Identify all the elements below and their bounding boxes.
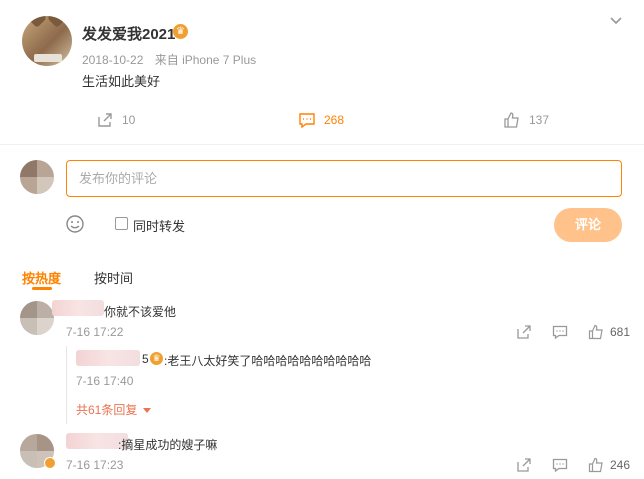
post-source: 来自 iPhone 7 Plus [154,53,257,67]
comment-time: 7-16 17:22 [66,325,124,339]
verified-badge-icon [44,457,56,469]
caret-down-icon [142,407,151,413]
commenter-name-blurred[interactable] [52,300,104,316]
post-text: 生活如此美好 [82,74,161,89]
replier-name-blurred[interactable] [76,350,140,366]
avatar-ear-left [27,16,47,28]
vip-badge-icon: ♛ [150,352,163,365]
post-meta: 2018-10-22 来自 iPhone 7 Plus [82,51,256,68]
chevron-down-icon[interactable] [608,12,624,28]
comment-icon [299,113,315,129]
avatar-pixel [20,160,37,177]
avatar-pixel [37,434,54,451]
share-icon [98,113,112,127]
post-date: 2018-10-22 [82,53,144,67]
comment-button[interactable]: 268 [298,110,344,130]
repost-label[interactable]: 同时转发 [133,216,185,235]
comment-actions: 246 [496,457,630,473]
comment-count: 268 [324,113,345,127]
reply-icon[interactable] [552,324,568,340]
share-icon[interactable] [516,457,532,473]
tab-sort-time[interactable]: 按时间 [94,268,133,287]
comment-like-count: 246 [610,458,631,472]
post-card: 发发爱我2021 ♛ 2018-10-22 来自 iPhone 7 Plus 生… [0,0,644,145]
current-user-avatar [20,160,54,194]
share-icon[interactable] [516,324,532,340]
comment-text: 你就不该爱他 [104,305,177,319]
share-button[interactable]: 10 [96,110,135,130]
comment-actions: 681 [496,324,630,340]
commenter-avatar[interactable] [20,301,54,335]
reply-icon[interactable] [552,457,568,473]
repost-checkbox[interactable] [115,217,128,230]
thumbs-up-icon [504,112,519,128]
comment-like-count: 681 [610,325,631,339]
tab-sort-hot[interactable]: 按热度 [22,268,61,287]
avatar-pixel [37,318,54,335]
replier-name-suffix[interactable]: 5 [142,352,149,366]
tab-active-indicator [32,287,52,290]
avatar-tag [34,54,62,62]
avatar-pixel [20,434,37,451]
emoji-icon[interactable] [65,214,85,234]
more-replies-link[interactable]: 共61条回复 [76,401,151,418]
avatar-pixel [37,177,54,194]
thumbs-up-icon[interactable] [588,457,604,473]
reply-time: 7-16 17:40 [76,374,134,388]
thumbs-up-icon[interactable] [588,324,604,340]
post-author-name[interactable]: 发发爱我2021 [82,23,175,44]
more-replies-label: 共61条回复 [76,403,138,417]
comment-time: 7-16 17:23 [66,458,124,472]
submit-comment-button[interactable]: 评论 [554,208,622,242]
vip-badge-icon: ♛ [173,24,188,39]
avatar-pixel [20,301,37,318]
avatar-ear-right [47,16,67,28]
comment-text: :摘星成功的嫂子嘛 [118,438,218,452]
comment-input[interactable] [66,160,622,197]
reply-text: :老王八太好笑了哈哈哈哈哈哈哈哈哈哈 [164,354,372,368]
post-author-avatar[interactable] [22,16,72,66]
share-count: 10 [122,113,136,127]
like-button[interactable]: 137 [503,110,549,130]
like-count: 137 [529,113,550,127]
